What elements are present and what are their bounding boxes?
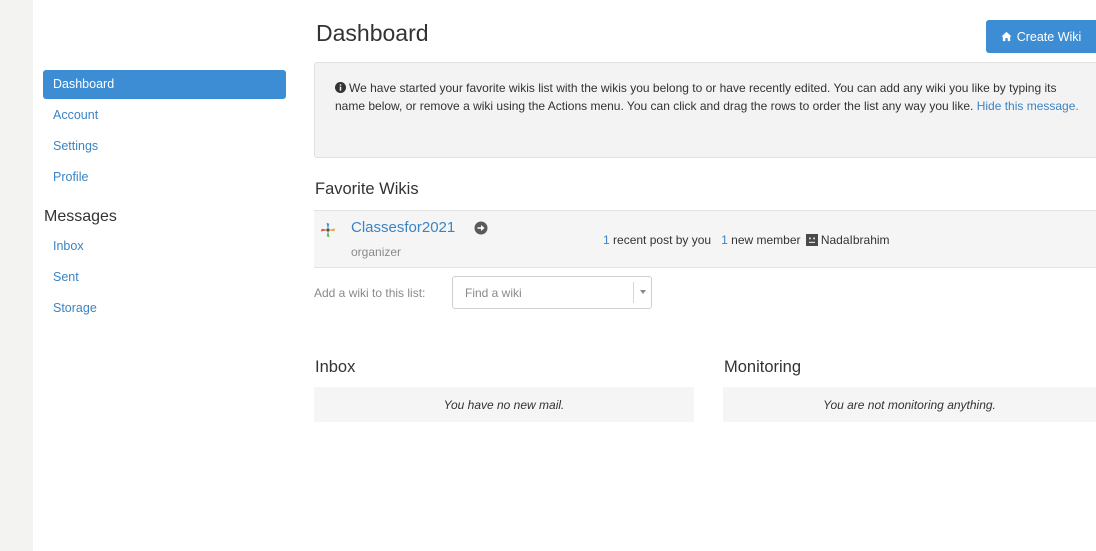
wiki-role: organizer — [351, 245, 402, 259]
find-wiki-select[interactable] — [452, 276, 652, 309]
inbox-header-rule — [314, 362, 694, 388]
favorite-wiki-row[interactable]: Classesfor2021 organizer 1 recent post b… — [314, 210, 1096, 268]
wiki-activity: 1 recent post by you 1 new member NadaIb… — [603, 233, 890, 247]
recent-posts-count-link[interactable]: 1 — [603, 233, 610, 247]
notice-text: We have started your favorite wikis list… — [335, 81, 1057, 113]
wiki-name-link[interactable]: Classesfor2021 — [351, 218, 455, 238]
recent-posts-text: recent post by you — [613, 233, 712, 247]
sidebar-item-profile[interactable]: Profile — [43, 163, 286, 192]
sidebar-item-settings[interactable]: Settings — [43, 132, 286, 161]
new-members-text: new member — [731, 233, 801, 247]
notice-box: We have started your favorite wikis list… — [314, 62, 1096, 158]
add-wiki-label: Add a wiki to this list: — [314, 286, 426, 300]
sidebar: Dashboard Account Settings Profile Messa… — [43, 70, 286, 323]
sidebar-item-dashboard[interactable]: Dashboard — [43, 70, 286, 99]
left-edge-strip — [0, 0, 33, 551]
messages-heading: Messages — [44, 208, 117, 225]
sidebar-item-inbox[interactable]: Inbox — [43, 232, 286, 261]
sidebar-item-sent[interactable]: Sent — [43, 263, 286, 292]
main-content: Dashboard Create Wiki We have started yo… — [314, 0, 1096, 551]
member-avatar-icon — [805, 234, 818, 246]
create-wiki-label: Create Wiki — [1016, 29, 1082, 44]
sidebar-item-account[interactable]: Account — [43, 101, 286, 130]
home-icon — [1001, 31, 1012, 42]
favorite-wikis-title: Favorite Wikis — [315, 180, 419, 198]
member-name-link[interactable]: NadaIbrahim — [821, 233, 890, 247]
page-title: Dashboard — [316, 20, 429, 46]
info-circle-icon — [335, 82, 346, 93]
find-wiki-input[interactable] — [453, 277, 631, 308]
chevron-down-icon[interactable] — [640, 290, 646, 294]
monitoring-empty-message: You are not monitoring anything. — [723, 387, 1096, 422]
select-divider — [633, 282, 634, 303]
monitoring-header-rule — [723, 362, 1096, 388]
create-wiki-button[interactable]: Create Wiki — [986, 20, 1096, 53]
hide-message-link[interactable]: Hide this message. — [977, 99, 1079, 113]
sidebar-item-storage[interactable]: Storage — [43, 294, 286, 323]
wiki-logo-icon — [320, 222, 336, 238]
new-members-count-link[interactable]: 1 — [721, 233, 728, 247]
inbox-empty-message: You have no new mail. — [314, 387, 694, 422]
arrow-circle-right-icon[interactable] — [474, 221, 488, 235]
